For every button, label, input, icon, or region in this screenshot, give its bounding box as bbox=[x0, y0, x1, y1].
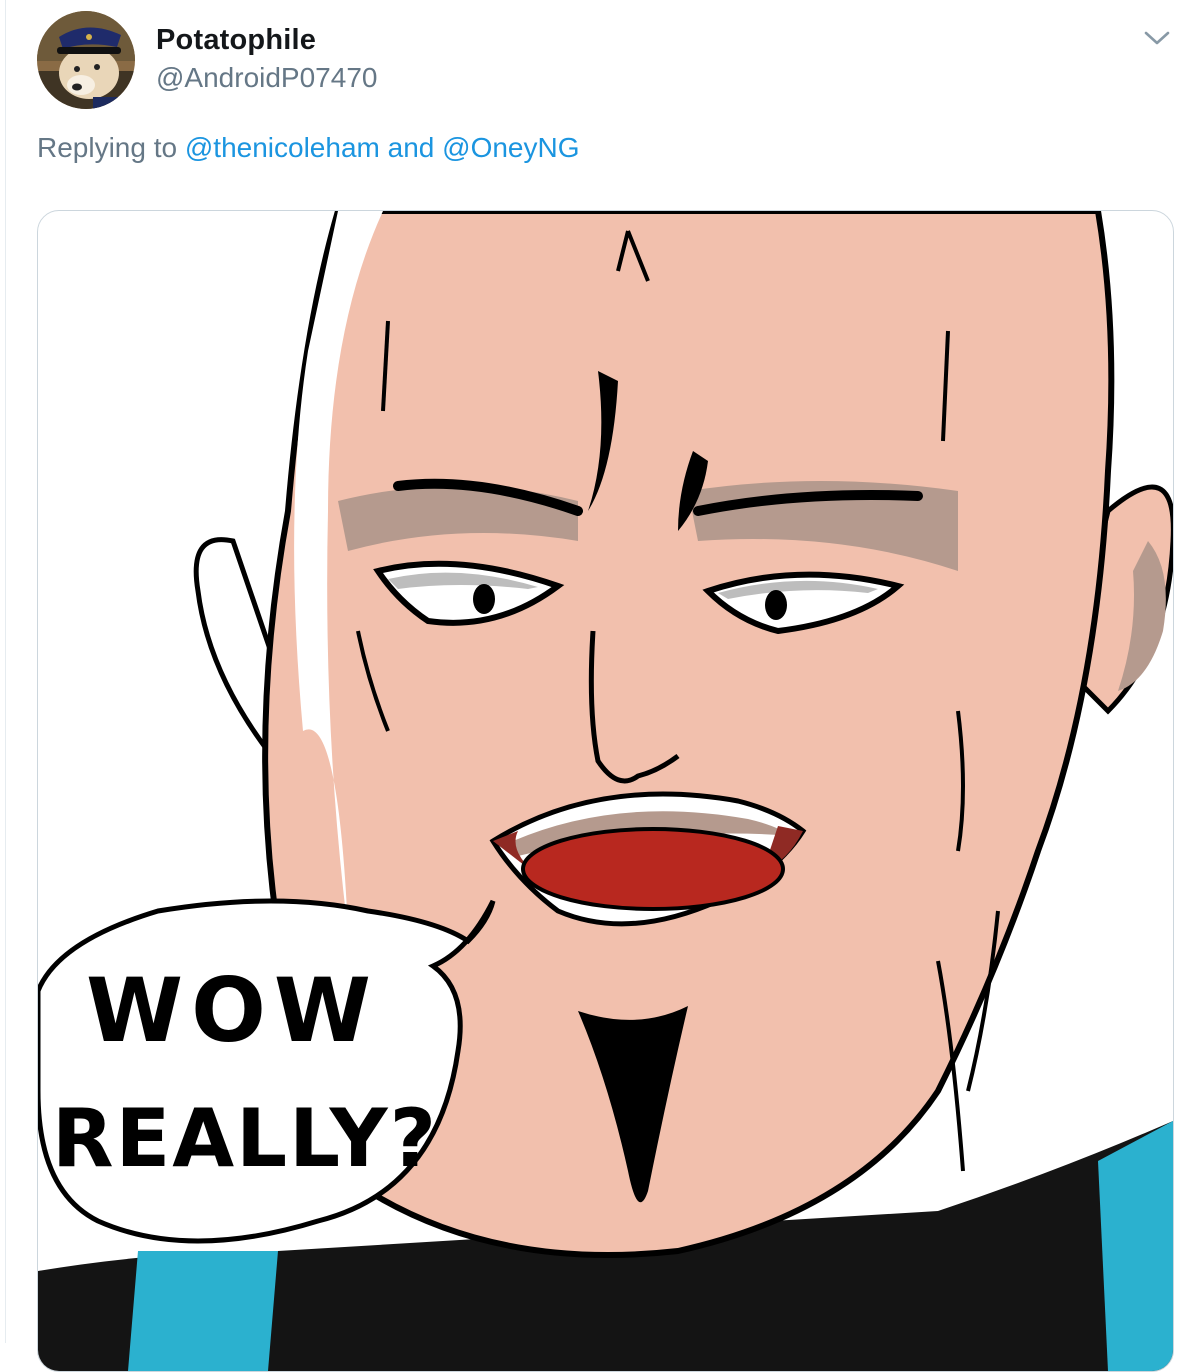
mention-link[interactable]: @OneyNG bbox=[442, 132, 579, 163]
speech-bubble-line2: REALLY? bbox=[52, 1092, 438, 1185]
speech-bubble-line1: WOW bbox=[86, 959, 379, 1062]
meme-illustration: WOW REALLY? bbox=[38, 211, 1173, 1371]
tweet: Potatophile @AndroidP07470 Replying to @… bbox=[0, 0, 1184, 1372]
dog-avatar-icon bbox=[37, 11, 135, 109]
reply-context: Replying to @thenicoleham and @OneyNG bbox=[37, 132, 580, 164]
reply-prefix: Replying to bbox=[37, 132, 178, 163]
reply-joiner[interactable]: and bbox=[388, 132, 435, 163]
mention-link[interactable]: @thenicoleham bbox=[185, 132, 380, 163]
author-handle[interactable]: @AndroidP07470 bbox=[156, 62, 377, 94]
author-avatar[interactable] bbox=[37, 11, 135, 109]
chevron-down-icon[interactable] bbox=[1142, 26, 1172, 50]
author-display-name[interactable]: Potatophile bbox=[156, 24, 316, 57]
tweet-media-image[interactable]: WOW REALLY? bbox=[37, 210, 1174, 1372]
